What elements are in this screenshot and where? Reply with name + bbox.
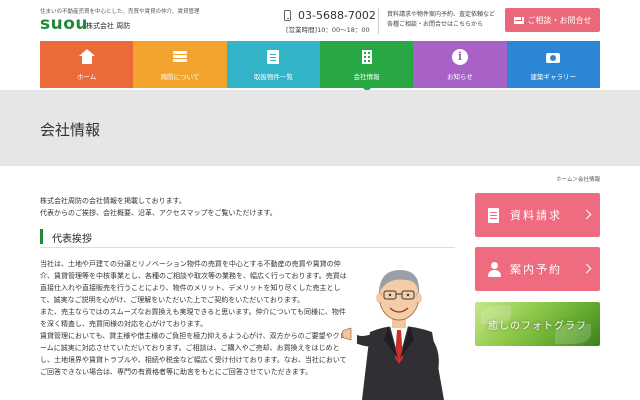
nav-item-gallery[interactable]: 建築ギャラリー — [506, 41, 600, 88]
greeting-text: 当社は、土地や戸建ての分譲とリノベーション物件の売買を中心とする不動産の売買や賃… — [40, 258, 352, 378]
clipboard-icon — [265, 49, 281, 65]
photograph-banner[interactable]: 癒しのフォトグラフ — [475, 302, 600, 346]
header-divider — [378, 8, 379, 34]
reserve-tour-label: 案内予約 — [510, 263, 562, 276]
document-icon — [487, 207, 502, 224]
business-hours: [営業時間]10：00～18：00 — [286, 26, 370, 34]
chevron-right-icon — [581, 209, 592, 220]
nav-item-label: ホーム — [77, 73, 97, 81]
greeting-paragraph: また、売主ならではのスムーズなお買換えも実現できると思います。仲介についても同様… — [40, 308, 346, 328]
info-icon — [451, 49, 468, 65]
contact-button[interactable]: ご相談・お問合せ — [505, 8, 600, 32]
camera-icon — [545, 49, 561, 65]
nav-item-news[interactable]: お知らせ — [413, 41, 507, 88]
guide-person-icon — [487, 261, 502, 278]
nav-item-about[interactable]: 周防について — [133, 41, 227, 88]
intro-text: 株式会社周防の会社情報を掲載しております。 代表からのご挨拶、会社概要、沿革、ア… — [40, 195, 460, 219]
request-info-label: 資料請求 — [510, 209, 562, 222]
contact-button-label: ご相談・お問合せ — [527, 15, 592, 25]
section-heading-label: 代表挨拶 — [52, 234, 92, 245]
building-icon — [359, 49, 375, 65]
nav-item-label: 建築ギャラリー — [530, 73, 577, 81]
nav-item-label: 周防について — [160, 73, 200, 81]
nav-item-label: お知らせ — [447, 73, 473, 81]
photograph-banner-label: 癒しのフォトグラフ — [488, 320, 587, 332]
stack-icon — [172, 49, 188, 65]
section-heading: 代表挨拶 — [40, 227, 455, 248]
contact-note-line: 各種ご相談・お問合せはこちらから — [387, 21, 484, 28]
intro-line: 株式会社周防の会社情報を掲載しております。 — [40, 197, 186, 205]
company-name: 株式会社 周防 — [86, 22, 131, 30]
nav-item-home[interactable]: ホーム — [40, 41, 134, 88]
page-title: 会社情報 — [40, 121, 101, 139]
site-logo[interactable]: suou — [40, 15, 88, 33]
section-heading-bar — [40, 229, 43, 244]
nav-item-label: 会社情報 — [353, 73, 380, 81]
greeting-paragraph: 当社は、土地や戸建ての分譲とリノベーション物件の売買を中心とする不動産の売買や賃… — [40, 260, 347, 304]
chevron-right-icon — [581, 263, 592, 274]
home-icon — [78, 49, 95, 65]
mail-icon — [513, 16, 524, 24]
nav-item-label: 取扱物件一覧 — [253, 73, 293, 81]
nav-item-properties[interactable]: 取扱物件一覧 — [226, 41, 320, 88]
contact-note: 資料請求や物件案内予約、査定依頼など 各種ご相談・お問合せはこちらから — [387, 10, 495, 30]
request-info-button[interactable]: 資料請求 — [475, 193, 600, 237]
nav-item-company[interactable]: 会社情報 — [319, 41, 414, 92]
intro-line: 代表からのご挨拶、会社概要、沿革、アクセスマップをご覧いただけます。 — [40, 209, 277, 217]
site-header: 住まいの不動産売買を中心とした、売買や賃貸の仲介、賃貸管理 suou 株式会社 … — [0, 0, 640, 40]
contact-note-line: 資料請求や物件案内予約、査定依頼など — [387, 11, 496, 18]
phone-icon — [284, 10, 291, 21]
global-nav: ホーム 周防について 取扱物件一覧 会社情報 お知らせ 建築ギャラリー — [40, 41, 600, 92]
phone-number[interactable]: 03-5688-7002 — [298, 9, 376, 22]
breadcrumb[interactable]: ホーム＞会社情報 — [556, 175, 600, 183]
greeting-paragraph: 賃貸管理においても、貸主様や借主様のご負担を極力抑えるよう心がけ、双方からのご要… — [40, 332, 347, 376]
reserve-tour-button[interactable]: 案内予約 — [475, 247, 600, 291]
page-title-band: 会社情報 — [0, 90, 640, 166]
president-illustration — [342, 270, 444, 400]
